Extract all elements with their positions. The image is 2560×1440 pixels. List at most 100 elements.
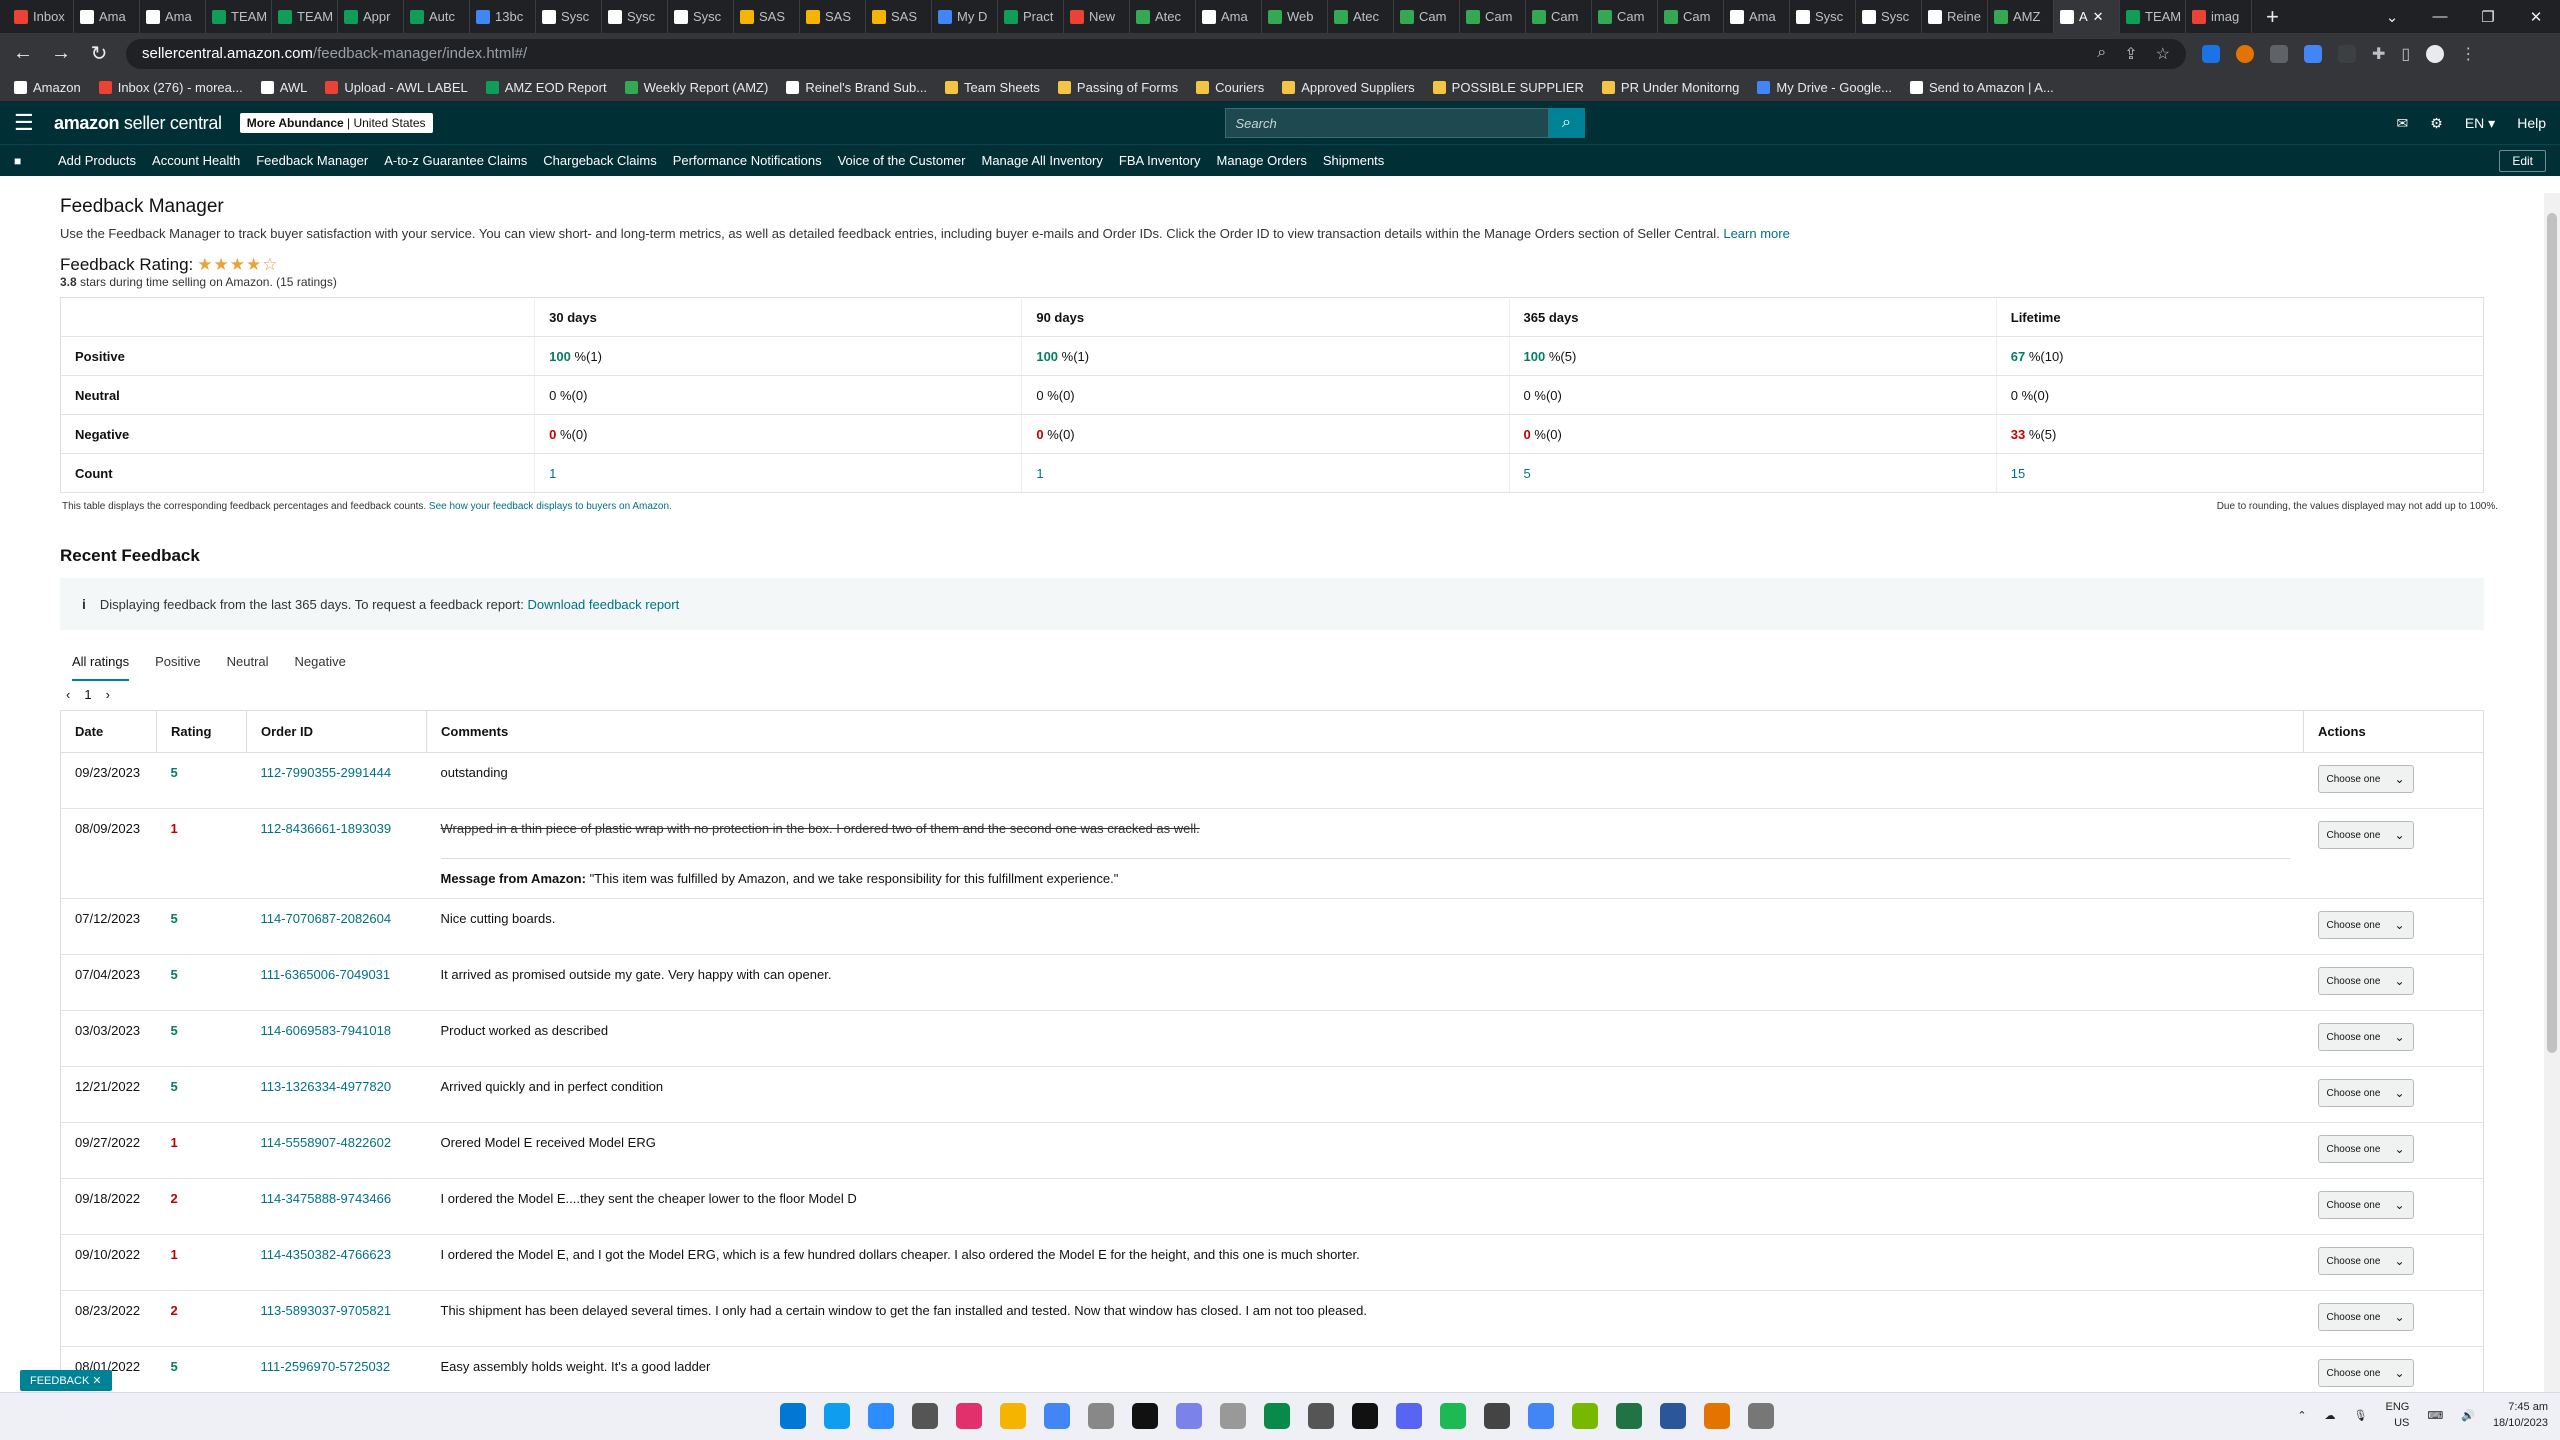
order-id-link[interactable]: 113-5893037-9705821 [246, 1290, 427, 1347]
taskbar-app-icon[interactable] [1748, 1403, 1774, 1429]
browser-tab[interactable]: Appr [338, 0, 404, 33]
bookmark-item[interactable]: Team Sheets [945, 80, 1040, 95]
nav-item[interactable]: Manage All Inventory [981, 153, 1102, 168]
browser-tab[interactable]: TEAM [206, 0, 272, 33]
taskbar-app-icon[interactable] [956, 1403, 982, 1429]
choose-action-dropdown[interactable]: Choose one ⌄ [2317, 1135, 2414, 1163]
gear-icon[interactable]: ⚙ [2430, 115, 2443, 132]
taskbar-app-icon[interactable] [1264, 1403, 1290, 1429]
nav-item[interactable]: Add Products [58, 153, 136, 168]
mail-icon[interactable]: ✉ [2397, 115, 2409, 132]
store-switcher[interactable]: More Abundance | United States [239, 113, 433, 133]
profile-avatar[interactable] [2426, 44, 2445, 63]
mic-icon[interactable]: 🎙 [2354, 1409, 2368, 1422]
search-button[interactable]: ⌕ [1548, 108, 1585, 138]
choose-action-dropdown[interactable]: Choose one ⌄ [2317, 821, 2414, 849]
metrics-total-count[interactable]: 5 [1508, 453, 1997, 493]
order-id-link[interactable]: 114-4350382-4766623 [246, 1234, 427, 1291]
browser-tab[interactable]: Atec [1130, 0, 1196, 33]
back-icon[interactable]: ← [12, 42, 34, 65]
extension-icon[interactable] [2338, 44, 2356, 63]
browser-tab[interactable]: TEAM [2120, 0, 2186, 33]
choose-action-dropdown[interactable]: Choose one ⌄ [2317, 967, 2414, 995]
taskbar-app-icon[interactable] [1572, 1403, 1598, 1429]
browser-tab[interactable]: Atec [1328, 0, 1394, 33]
taskbar-app-icon[interactable] [1176, 1403, 1202, 1429]
metrics-total-count[interactable]: 1 [1021, 453, 1510, 493]
browser-tab[interactable]: A ✕ [2054, 0, 2120, 33]
feedback-display-link[interactable]: See how your feedback displays to buyers… [429, 501, 672, 512]
clock[interactable]: 7:45 am 18/10/2023 [2493, 1399, 2548, 1431]
taskbar-app-icon[interactable] [868, 1403, 894, 1429]
browser-tab[interactable]: Sysc [1856, 0, 1922, 33]
network-icon[interactable]: ⌨ [2427, 1409, 2443, 1422]
browser-tab[interactable]: New [1064, 0, 1130, 33]
help-link[interactable]: Help [2517, 115, 2546, 131]
scrollbar-thumb[interactable] [2547, 213, 2557, 1053]
bookmark-item[interactable]: Weekly Report (AMZ) [624, 80, 768, 95]
bookmark-item[interactable]: Passing of Forms [1057, 80, 1178, 95]
browser-tab[interactable]: Ama [140, 0, 206, 33]
taskbar-app-icon[interactable] [1220, 1403, 1246, 1429]
bookmark-icon[interactable]: ■ [14, 154, 42, 168]
browser-tab[interactable]: Sysc [602, 0, 668, 33]
choose-action-dropdown[interactable]: Choose one ⌄ [2317, 911, 2414, 939]
nav-item[interactable]: Shipments [1323, 153, 1384, 168]
browser-tab[interactable]: Cam [1592, 0, 1658, 33]
browser-tab[interactable]: Pract [998, 0, 1064, 33]
language-selector[interactable]: EN ▾ [2465, 115, 2495, 132]
browser-tab[interactable]: My D [932, 0, 998, 33]
order-id-link[interactable]: 114-5558907-4822602 [246, 1122, 427, 1179]
extension-icon[interactable] [2304, 44, 2322, 63]
side-panel-icon[interactable]: ▯ [2401, 44, 2410, 64]
close-tab-icon[interactable]: ✕ [2093, 9, 2104, 25]
tab-all-ratings[interactable]: All ratings [72, 654, 130, 681]
nav-item[interactable]: Account Health [152, 153, 240, 168]
choose-action-dropdown[interactable]: Choose one ⌄ [2317, 765, 2414, 793]
taskbar-app-icon[interactable] [1044, 1403, 1070, 1429]
taskbar-app-icon[interactable] [1660, 1403, 1686, 1429]
choose-action-dropdown[interactable]: Choose one ⌄ [2317, 1303, 2414, 1331]
choose-action-dropdown[interactable]: Choose one ⌄ [2317, 1247, 2414, 1275]
minimize-button[interactable]: — [2416, 8, 2464, 25]
new-tab-button[interactable]: + [2266, 4, 2279, 30]
reload-icon[interactable]: ↻ [88, 41, 110, 66]
nav-item[interactable]: Chargeback Claims [543, 153, 656, 168]
restore-button[interactable]: ❐ [2464, 8, 2512, 26]
browser-tab[interactable]: Sysc [668, 0, 734, 33]
feedback-widget-button[interactable]: FEEDBACK ✕ [20, 1370, 112, 1391]
nav-item[interactable]: Performance Notifications [673, 153, 822, 168]
taskbar-app-icon[interactable] [1132, 1403, 1158, 1429]
taskbar-app-icon[interactable] [1352, 1403, 1378, 1429]
bookmark-star-icon[interactable]: ☆ [2156, 44, 2170, 64]
edit-nav-button[interactable]: Edit [2499, 149, 2546, 172]
bookmark-item[interactable]: Approved Suppliers [1282, 80, 1415, 95]
browser-tab[interactable]: Reine [1922, 0, 1988, 33]
bookmark-item[interactable]: PR Under Monitorng [1601, 80, 1739, 95]
taskbar-app-icon[interactable] [912, 1403, 938, 1429]
nav-item[interactable]: Feedback Manager [256, 153, 368, 168]
browser-tab[interactable]: SAS [800, 0, 866, 33]
taskbar-app-icon[interactable] [780, 1403, 806, 1429]
bookmark-item[interactable]: Amazon [14, 80, 81, 95]
browser-tab[interactable]: AMZ [1988, 0, 2054, 33]
order-id-link[interactable]: 112-8436661-1893039 [246, 808, 427, 899]
choose-action-dropdown[interactable]: Choose one ⌄ [2317, 1359, 2414, 1387]
share-icon[interactable]: ⇪ [2124, 44, 2137, 64]
page-number[interactable]: 1 [84, 687, 91, 702]
extension-icon[interactable] [2202, 44, 2220, 63]
url-field[interactable]: sellercentral.amazon.com/feedback-manage… [126, 38, 2186, 69]
search-icon[interactable]: ⌕ [2097, 44, 2106, 64]
taskbar-app-icon[interactable] [1528, 1403, 1554, 1429]
choose-action-dropdown[interactable]: Choose one ⌄ [2317, 1023, 2414, 1051]
metrics-total-count[interactable]: 15 [1995, 453, 2484, 493]
bookmark-item[interactable]: Send to Amazon | A... [1910, 80, 2054, 95]
language-indicator[interactable]: ENG US [2386, 1399, 2410, 1431]
order-id-link[interactable]: 113-1326334-4977820 [246, 1066, 427, 1123]
onedrive-icon[interactable]: ☁ [2325, 1409, 2336, 1422]
metrics-total-count[interactable]: 1 [534, 453, 1022, 493]
taskbar-app-icon[interactable] [1616, 1403, 1642, 1429]
volume-icon[interactable]: 🔊 [2461, 1409, 2475, 1422]
bookmark-item[interactable]: AWL [260, 80, 307, 95]
extensions-puzzle-icon[interactable]: ✚ [2372, 44, 2385, 64]
